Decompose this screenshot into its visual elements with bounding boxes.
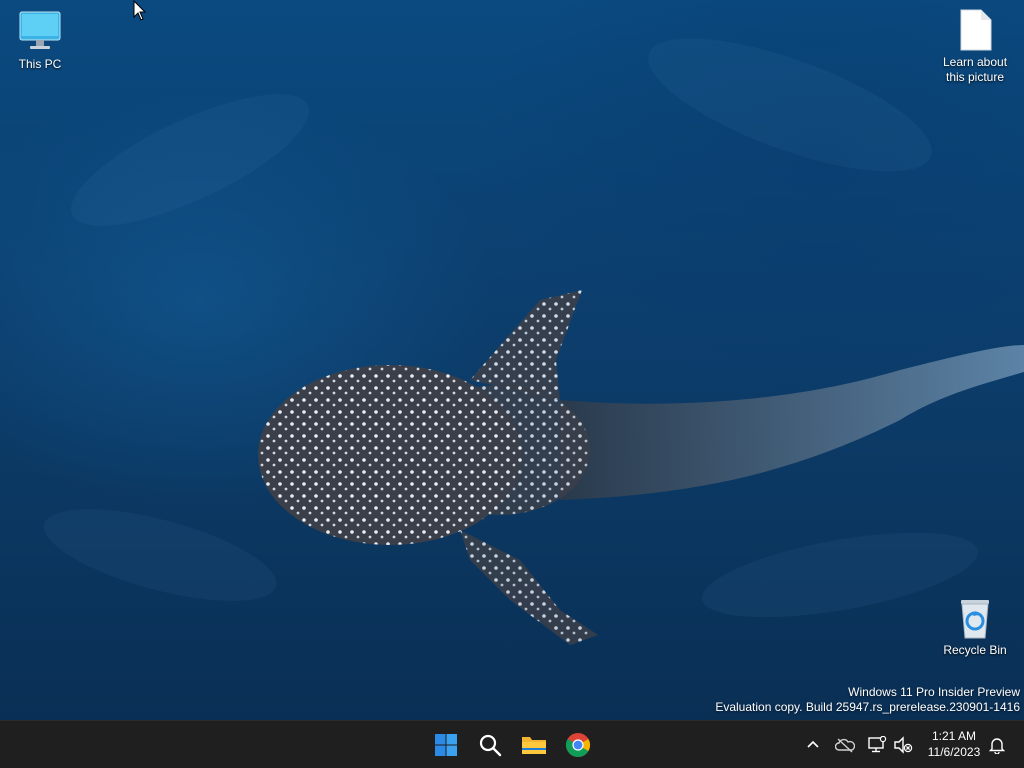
desktop-icon-label: Recycle Bin: [943, 643, 1007, 657]
notifications-button[interactable]: [985, 733, 1009, 757]
show-hidden-icons-button[interactable]: [801, 733, 825, 757]
taskbar: 1:21 AM 11/6/2023: [0, 720, 1024, 768]
recycle-bin-icon: [953, 596, 997, 640]
desktop-icon-label: Learn about this picture: [942, 55, 1008, 84]
desktop-wallpaper: [0, 0, 1024, 720]
desktop-icon-recycle-bin[interactable]: Recycle Bin: [935, 596, 1015, 658]
taskbar-clock[interactable]: 1:21 AM 11/6/2023: [918, 728, 990, 760]
onedrive-button[interactable]: [833, 733, 857, 757]
onedrive-offline-icon: [835, 738, 855, 753]
search-button[interactable]: [470, 725, 510, 765]
document-icon: [953, 8, 997, 52]
monitor-icon: [18, 10, 62, 54]
mouse-cursor-icon: [133, 0, 147, 21]
chrome-icon: [565, 733, 591, 758]
network-button[interactable]: [865, 733, 889, 757]
file-explorer-button[interactable]: [514, 725, 554, 765]
watermark-build: Evaluation copy. Build 25947.rs_prerelea…: [715, 700, 1020, 714]
desktop-icon-this-pc[interactable]: This PC: [0, 10, 80, 72]
clock-date: 11/6/2023: [927, 745, 981, 759]
chevron-up-icon: [807, 740, 819, 748]
clock-time: 1:21 AM: [931, 729, 977, 743]
start-button[interactable]: [426, 725, 466, 765]
chrome-button[interactable]: [558, 725, 598, 765]
network-icon: [868, 736, 887, 753]
windows-watermark: Windows 11 Pro Insider Preview Evaluatio…: [715, 685, 1020, 715]
volume-button[interactable]: [891, 733, 915, 757]
desktop-icon-learn-about-picture[interactable]: Learn about this picture: [935, 8, 1015, 85]
folder-icon: [522, 737, 546, 754]
desktop-icon-label: This PC: [18, 57, 62, 71]
notification-bell-icon: [989, 738, 1005, 754]
watermark-edition: Windows 11 Pro Insider Preview: [848, 685, 1020, 699]
volume-muted-icon: [894, 736, 913, 754]
windows-start-icon: [435, 734, 457, 756]
search-icon: [479, 734, 502, 757]
whale-shark-image: [258, 290, 1024, 645]
